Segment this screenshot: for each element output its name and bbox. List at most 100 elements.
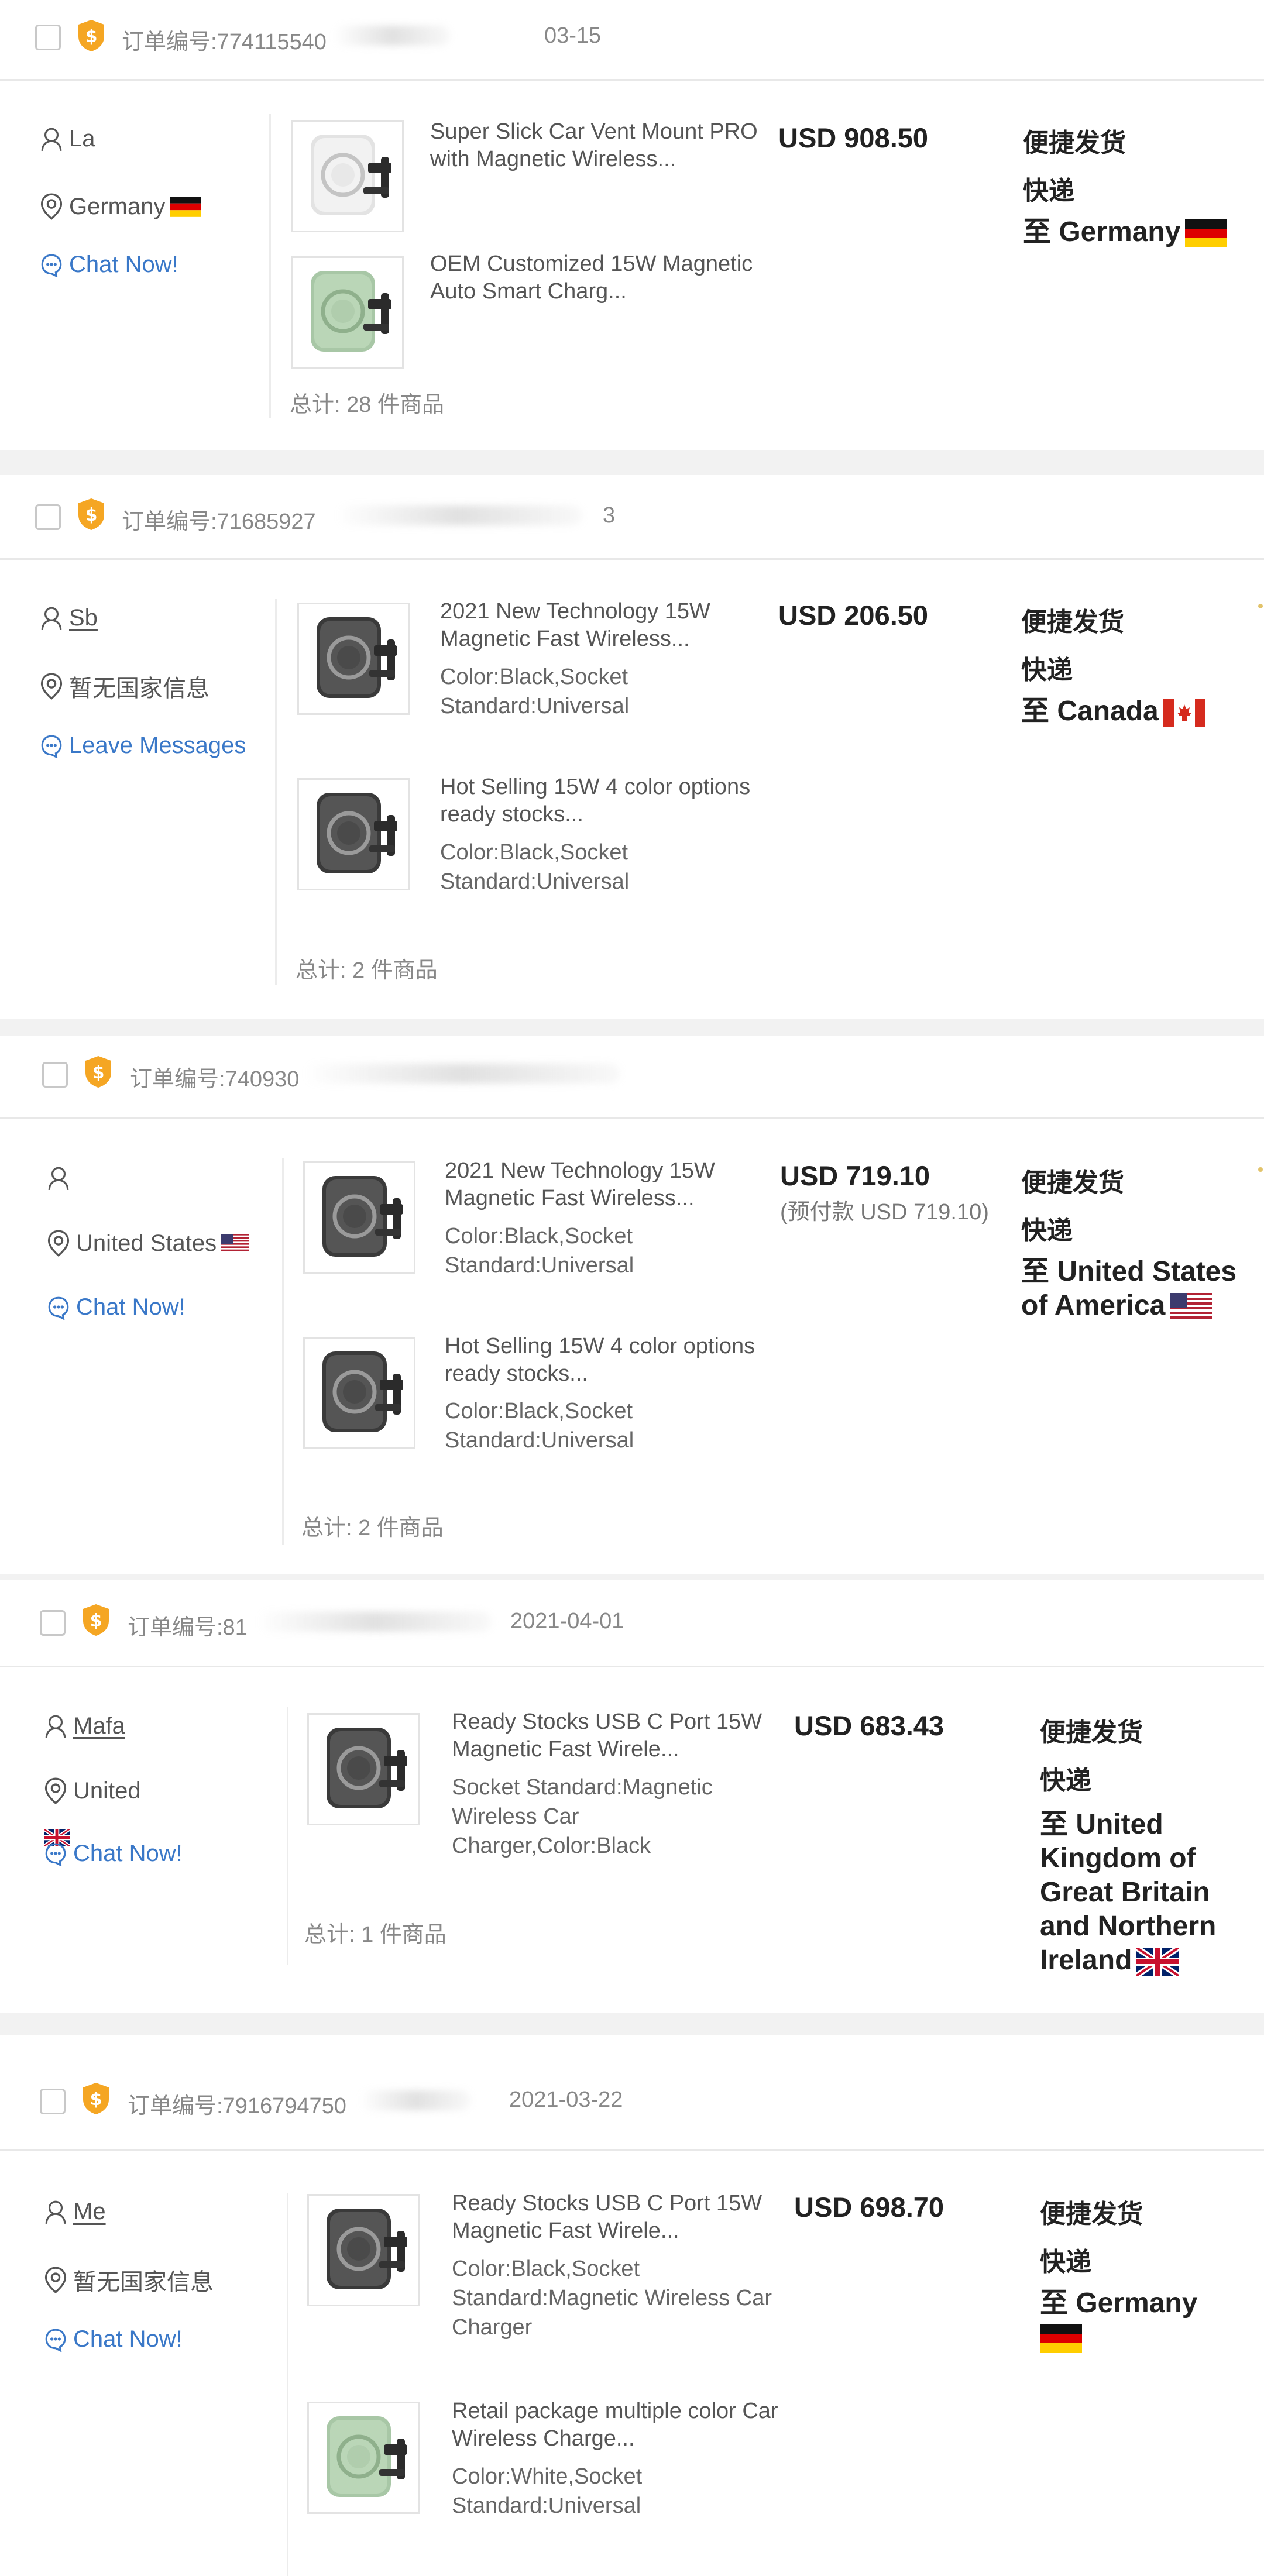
product-spec: Color:Black,Socket Standard:Universal (445, 1224, 634, 1278)
product-thumbnail[interactable] (307, 2402, 420, 2514)
order-card: 订单编号:774115540 03-15 La Germany Chat Now… (0, 0, 1264, 450)
order-price: USD 683.43 (794, 1710, 944, 1741)
chat-now-link[interactable]: Chat Now! (40, 252, 178, 278)
product-title[interactable]: Super Slick Car Vent Mount PRO with Magn… (430, 118, 758, 173)
buyer-name-row[interactable]: Sb (40, 605, 98, 631)
order-number[interactable]: 订单编号:740930 (130, 1061, 299, 1093)
product-spec: Socket Standard:Magnetic Wireless Car Ch… (452, 1775, 713, 1858)
buyer-name[interactable]: La (69, 126, 95, 152)
column-divider (269, 114, 271, 418)
buyer-name[interactable]: Mafa (73, 1713, 125, 1739)
chat-now-label[interactable]: Chat Now! (76, 1294, 186, 1320)
order-date: 3 (603, 503, 616, 528)
leave-messages-label[interactable]: Leave Messages (69, 732, 246, 759)
product-thumbnail[interactable] (307, 1713, 420, 1825)
order-date: 03-15 (544, 23, 602, 48)
shipping-type: 快递 (1021, 656, 1073, 685)
leave-messages-link[interactable]: Leave Messages (40, 732, 246, 759)
usa-flag-icon (221, 1234, 250, 1253)
column-divider (287, 2193, 288, 2576)
buyer-name-row[interactable] (47, 1165, 76, 1191)
order-select-checkbox[interactable] (35, 504, 61, 530)
location-pin-icon (44, 1777, 67, 1804)
order-header: 订单编号:7916794750 2021-03-22 (0, 2035, 1264, 2151)
product-title[interactable]: 2021 New Technology 15W Magnetic Fast Wi… (445, 1157, 772, 1212)
chat-now-label[interactable]: Chat Now! (73, 1841, 183, 1867)
user-icon (41, 607, 62, 631)
chat-now-link[interactable]: Chat Now! (44, 1841, 183, 1867)
shipping-type: 快递 (1040, 1766, 1091, 1795)
buyer-country: 暂无国家信息 (69, 676, 209, 701)
product-thumbnail[interactable] (297, 778, 410, 890)
destination: 至 Canada (1021, 694, 1255, 728)
product-title[interactable]: Hot Selling 15W 4 color options ready st… (440, 773, 768, 828)
buyer-name-row[interactable]: Me (44, 2199, 106, 2225)
shipping-type: 快递 (1021, 1216, 1073, 1245)
product-title[interactable]: 2021 New Technology 15W Magnetic Fast Wi… (440, 598, 768, 653)
product-spec: Color:White,Socket Standard:Universal (452, 2464, 643, 2518)
order-number[interactable]: 订单编号:774115540 (122, 23, 327, 56)
product-thumbnail[interactable] (303, 1337, 415, 1449)
order-select-checkbox[interactable] (40, 2089, 66, 2114)
order-card: 订单编号:740930 United States Chat Now! 2021… (0, 1036, 1264, 1574)
item-total: 总计: 28 件商品 (290, 393, 444, 417)
order-card: 订单编号:81 2021-04-01 Mafa United Chat Now!… (0, 1580, 1264, 2013)
product-thumbnail[interactable] (291, 120, 404, 232)
order-header: 订单编号:81 2021-04-01 (0, 1580, 1264, 1667)
order-select-checkbox[interactable] (35, 25, 61, 50)
order-number[interactable]: 订单编号:71685927 (122, 503, 316, 535)
buyer-country: United States (76, 1230, 217, 1256)
germany-flag-icon (1040, 2324, 1082, 2353)
shipping-method: 便捷发货 (1040, 1718, 1143, 1747)
chat-now-link[interactable]: Chat Now! (47, 1294, 186, 1320)
location-pin-icon (44, 2267, 67, 2293)
buyer-name-row[interactable]: La (40, 126, 95, 152)
chat-now-label[interactable]: Chat Now! (73, 2326, 183, 2353)
user-icon (45, 1715, 66, 1739)
redacted-text (336, 505, 582, 525)
shield-coin-icon (78, 20, 104, 51)
product-thumbnail[interactable] (303, 1161, 415, 1274)
buyer-country-row: Germany (40, 193, 207, 220)
chat-now-link[interactable]: Chat Now! (44, 2326, 183, 2353)
product-thumbnail[interactable] (307, 2194, 420, 2306)
product-thumbnail[interactable] (291, 256, 404, 369)
column-divider (282, 1158, 284, 1545)
order-number[interactable]: 订单编号:7916794750 (128, 2087, 346, 2120)
item-total: 总计: 1 件商品 (304, 1922, 446, 1947)
shield-coin-icon (78, 498, 104, 530)
destination-label: 至 Germany (1023, 216, 1181, 247)
column-divider (287, 1707, 288, 1965)
product-title[interactable]: Ready Stocks USB C Port 15W Magnetic Fas… (452, 1708, 779, 1763)
shipping-type: 快递 (1023, 177, 1074, 205)
location-pin-icon (47, 1230, 70, 1257)
redacted-text (304, 1064, 620, 1084)
buyer-country-row: United (44, 1777, 141, 1804)
shipping-method: 便捷发货 (1023, 129, 1126, 157)
buyer-name[interactable]: Me (73, 2199, 106, 2225)
chat-bubble-icon (48, 1296, 69, 1319)
order-price: USD 206.50 (778, 600, 929, 631)
order-header: 订单编号:71685927 3 (0, 475, 1264, 560)
item-total: 总计: 2 件商品 (301, 1516, 444, 1540)
order-select-checkbox[interactable] (42, 1062, 68, 1088)
product-title[interactable]: OEM Customized 15W Magnetic Auto Smart C… (430, 250, 758, 305)
destination: 至 Germany (1023, 215, 1257, 249)
order-price: USD 719.10 (780, 1160, 930, 1191)
chat-bubble-icon (41, 254, 62, 277)
buyer-name-row[interactable]: Mafa (44, 1713, 125, 1739)
chat-bubble-icon (45, 1843, 66, 1866)
order-price: USD 908.50 (778, 122, 929, 153)
product-thumbnail[interactable] (297, 603, 410, 715)
order-number[interactable]: 订单编号:81 (128, 1609, 248, 1641)
chat-now-label[interactable]: Chat Now! (69, 252, 178, 278)
product-title[interactable]: Retail package multiple color Car Wirele… (452, 2398, 779, 2453)
column-divider (275, 599, 277, 985)
order-select-checkbox[interactable] (40, 1610, 66, 1636)
buyer-name[interactable]: Sb (69, 605, 98, 631)
order-card: 订单编号:7916794750 2021-03-22 Me 暂无国家信息 Cha… (0, 2035, 1264, 2576)
destination-label: 至 Germany (1040, 2288, 1198, 2319)
product-title[interactable]: Hot Selling 15W 4 color options ready st… (445, 1333, 772, 1388)
product-title[interactable]: Ready Stocks USB C Port 15W Magnetic Fas… (452, 2190, 779, 2245)
item-total: 总计: 2 件商品 (296, 958, 438, 983)
